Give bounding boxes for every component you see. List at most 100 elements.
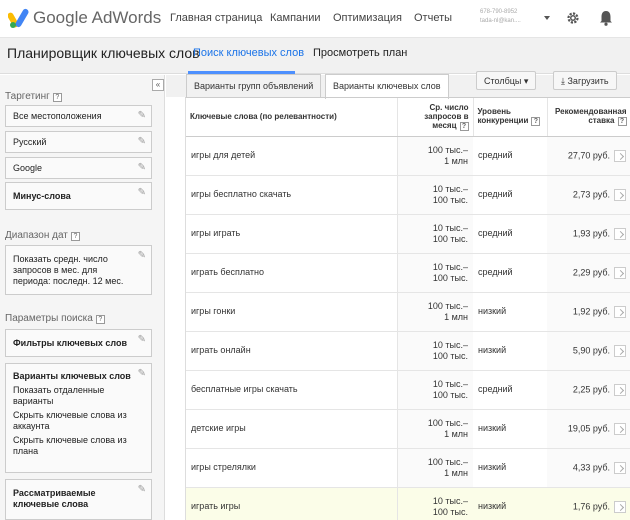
table-row[interactable]: игры стрелялки 100 тыс.– 1 млн низкий 4,33 р… bbox=[186, 448, 630, 488]
pencil-icon[interactable]: ✎ bbox=[138, 110, 146, 121]
nav-campaigns[interactable]: Кампании bbox=[270, 12, 321, 24]
table-row[interactable]: играть бесплатно 10 тыс.– 100 тыс. средний 2… bbox=[186, 253, 630, 293]
table-row[interactable]: детские игры 100 тыс.– 1 млн низкий 19,05 ру… bbox=[186, 409, 630, 449]
tab-view-plan[interactable]: Просмотреть план bbox=[313, 47, 407, 59]
pencil-icon[interactable]: ✎ bbox=[138, 334, 146, 345]
account-dropdown-icon[interactable] bbox=[544, 16, 550, 20]
nav-home[interactable]: Главная страница bbox=[170, 12, 262, 24]
help-icon[interactable]: ? bbox=[52, 93, 62, 102]
add-to-plan-icon[interactable] bbox=[614, 344, 626, 357]
keyword-cell: игры для детей bbox=[186, 136, 397, 176]
pencil-icon[interactable]: ✎ bbox=[138, 484, 146, 495]
keyword-table: Ключевые слова (по релевантности) Ср. чи… bbox=[186, 98, 630, 520]
download-button[interactable]: ⤓ Загрузить bbox=[553, 71, 617, 90]
col-volume[interactable]: Ср. число запросов в месяц? bbox=[397, 98, 474, 137]
add-to-plan-icon[interactable] bbox=[614, 305, 626, 318]
targeting-language[interactable]: Русский ✎ bbox=[5, 131, 152, 153]
table-row[interactable]: играть игры 10 тыс.– 100 тыс. низкий 1,76 ру… bbox=[186, 487, 630, 520]
gear-icon[interactable] bbox=[566, 11, 580, 25]
add-to-plan-icon[interactable] bbox=[614, 461, 626, 474]
help-icon[interactable]: ? bbox=[531, 117, 541, 127]
date-range-box[interactable]: Показать средн. число запросов в мес. дл… bbox=[5, 245, 152, 295]
targeting-location[interactable]: Все местоположения ✎ bbox=[5, 105, 152, 127]
bid-cell: 4,33 руб. bbox=[547, 448, 630, 488]
add-to-plan-icon[interactable] bbox=[614, 227, 626, 240]
help-icon[interactable]: ? bbox=[95, 315, 105, 324]
volume-cell: 10 тыс.– 100 тыс. bbox=[396, 214, 473, 254]
volume-line2: 1 млн bbox=[444, 467, 468, 478]
variants-option: Показать отдаленные варианты bbox=[13, 385, 105, 406]
columns-button[interactable]: Столбцы ▾ bbox=[476, 71, 537, 90]
table-row[interactable]: игры гонки 100 тыс.– 1 млн низкий 1,92 руб. bbox=[186, 292, 630, 332]
variants-option: Скрыть ключевые слова из плана bbox=[13, 435, 127, 456]
tab-keyword-search[interactable]: Поиск ключевых слов bbox=[193, 47, 304, 59]
table-row[interactable]: игры для детей 100 тыс.– 1 млн средний 27,70… bbox=[186, 136, 630, 176]
volume-cell: 10 тыс.– 100 тыс. bbox=[396, 175, 473, 215]
volume-line2: 1 млн bbox=[444, 311, 468, 322]
bid-cell: 2,25 руб. bbox=[547, 370, 630, 410]
table-row[interactable]: играть онлайн 10 тыс.– 100 тыс. низкий 5,90 … bbox=[186, 331, 630, 371]
bid-text: 1,92 руб. bbox=[572, 305, 610, 316]
google-ads-logo-icon bbox=[8, 8, 29, 28]
targeting-network[interactable]: Google ✎ bbox=[5, 157, 152, 179]
help-icon[interactable]: ? bbox=[70, 232, 80, 241]
volume-cell: 10 тыс.– 100 тыс. bbox=[396, 487, 473, 520]
keyword-cell: игры играть bbox=[186, 214, 397, 254]
table-row[interactable]: бесплатные игры скачать 10 тыс.– 100 тыс. с… bbox=[186, 370, 630, 410]
bid-cell: 2,29 руб. bbox=[547, 253, 630, 293]
pencil-icon[interactable]: ✎ bbox=[138, 250, 146, 261]
download-icon: ⤓ bbox=[561, 76, 565, 86]
bid-text: 1,76 руб. bbox=[572, 500, 610, 511]
help-icon[interactable]: ? bbox=[459, 121, 469, 131]
add-to-plan-icon[interactable] bbox=[614, 422, 626, 435]
col-competition[interactable]: Уровень конкуренции? bbox=[473, 98, 548, 137]
table-row[interactable]: игры бесплатно скачать 10 тыс.– 100 тыс. ср… bbox=[186, 175, 630, 215]
volume-line2: 100 тыс. bbox=[432, 194, 468, 205]
competition-cell: низкий bbox=[473, 331, 547, 371]
volume-cell: 100 тыс.– 1 млн bbox=[396, 292, 473, 332]
volume-line2: 100 тыс. bbox=[432, 506, 468, 517]
bid-cell: 27,70 руб. bbox=[547, 136, 630, 176]
bid-text: 2,25 руб. bbox=[572, 383, 610, 394]
bell-icon[interactable] bbox=[599, 10, 613, 26]
negative-keywords[interactable]: Минус-слова ✎ bbox=[5, 182, 152, 210]
keyword-cell: играть онлайн bbox=[186, 331, 397, 371]
keyword-text: бесплатные игры скачать bbox=[191, 384, 298, 394]
add-to-plan-icon[interactable] bbox=[614, 266, 626, 279]
bid-cell: 2,73 руб. bbox=[547, 175, 630, 215]
date-range-heading: Диапазон дат? bbox=[5, 230, 80, 241]
account-info[interactable]: 678-790-8952 tada-nl@kan.... bbox=[480, 8, 521, 26]
bid-cell: 5,90 руб. bbox=[547, 331, 630, 371]
pencil-icon[interactable]: ✎ bbox=[138, 136, 146, 147]
nav-optimization[interactable]: Оптимизация bbox=[333, 12, 402, 24]
keyword-text: играть игры bbox=[191, 501, 241, 511]
competition-text: низкий bbox=[478, 501, 507, 511]
account-id: 678-790-8952 bbox=[480, 9, 518, 15]
add-to-plan-icon[interactable] bbox=[614, 149, 626, 162]
add-to-plan-icon[interactable] bbox=[614, 188, 626, 201]
volume-cell: 100 тыс.– 1 млн bbox=[396, 448, 473, 488]
table-row[interactable]: игры играть 10 тыс.– 100 тыс. средний 1,93 р… bbox=[186, 214, 630, 254]
tab-ad-group-ideas[interactable]: Варианты групп объявлений bbox=[186, 74, 322, 98]
pencil-icon[interactable]: ✎ bbox=[138, 368, 146, 379]
competition-text: низкий bbox=[478, 423, 507, 433]
pencil-icon[interactable]: ✎ bbox=[138, 187, 146, 198]
bid-text: 5,90 руб. bbox=[572, 344, 610, 355]
keyword-filters[interactable]: Фильтры ключевых слов ✎ bbox=[5, 329, 152, 357]
nav-reports[interactable]: Отчеты bbox=[414, 12, 452, 24]
keyword-table-container: Ключевые слова (по релевантности) Ср. чи… bbox=[185, 97, 630, 520]
add-to-plan-icon[interactable] bbox=[614, 500, 626, 513]
tab-keyword-ideas[interactable]: Варианты ключевых слов bbox=[325, 74, 449, 99]
col-bid[interactable]: Рекомендованная ставка? bbox=[547, 98, 630, 137]
collapse-sidebar-icon[interactable]: « bbox=[152, 79, 164, 91]
help-icon[interactable]: ? bbox=[617, 117, 627, 127]
volume-line1: 10 тыс.– bbox=[432, 183, 468, 194]
pencil-icon[interactable]: ✎ bbox=[138, 162, 146, 173]
volume-cell: 10 тыс.– 100 тыс. bbox=[396, 331, 473, 371]
volume-line1: 10 тыс.– bbox=[432, 261, 468, 272]
competition-text: средний bbox=[478, 189, 513, 199]
considered-keywords[interactable]: Рассматриваемые ключевые слова ✎ bbox=[5, 479, 152, 520]
add-to-plan-icon[interactable] bbox=[614, 383, 626, 396]
col-keyword[interactable]: Ключевые слова (по релевантности) bbox=[186, 98, 398, 137]
keyword-variants-box[interactable]: Варианты ключевых слов Показать отдаленн… bbox=[5, 363, 152, 473]
